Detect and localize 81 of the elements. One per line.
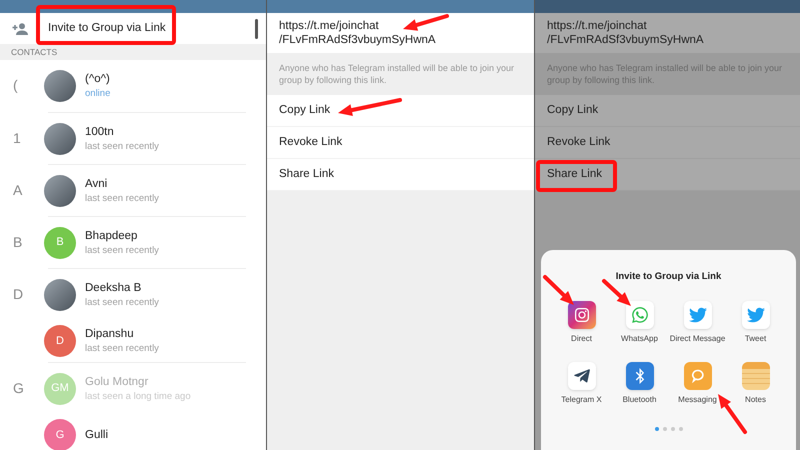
app-label: Notes — [744, 395, 767, 404]
contact-status: last seen recently — [85, 296, 159, 308]
invite-link-text: /FLvFmRAdSf3vbuymSyHwnA — [547, 33, 704, 47]
contact-name: Deeksha B — [85, 280, 142, 296]
app-label: Telegram X — [560, 395, 603, 404]
contact-row[interactable]: B B Bhapdeep last seen recently — [0, 217, 266, 268]
annotation-arrow — [543, 275, 574, 305]
app-label: Direct — [570, 334, 593, 344]
contact-name: Dipanshu — [85, 327, 135, 342]
contact-status: online — [85, 87, 110, 100]
link-action[interactable]: Share Link — [535, 159, 800, 191]
annotation-arrow — [718, 394, 747, 434]
share-sheet-title: Invite to Group via Link — [616, 270, 722, 284]
section-letter: G — [13, 380, 24, 396]
avatar-initials: GM — [44, 372, 76, 404]
avatar-photo-placeholder — [44, 278, 76, 310]
section-letter: ( — [13, 77, 18, 93]
invite-link-text: https://t.me/joinchat — [279, 19, 379, 33]
contact-row[interactable]: A Avni last seen recently — [0, 165, 266, 216]
app-label: Messaging — [677, 395, 718, 404]
app-label: Tweet — [744, 334, 768, 344]
contact-name: Golu Motngr — [85, 374, 150, 390]
bird-icon — [742, 301, 770, 330]
contact-status: last seen recently — [85, 342, 159, 355]
section-letter: A — [13, 182, 22, 198]
share-app[interactable]: Bluetooth — [610, 362, 668, 418]
invite-link-row[interactable]: Invite to Group via Link — [0, 13, 266, 44]
link-action[interactable]: Share Link — [267, 159, 534, 191]
invite-link-label: Invite to Group via Link — [48, 20, 166, 36]
hint-text: Anyone who has Telegram installed will be able to join your group by following this link. — [279, 62, 515, 86]
contact-row[interactable]: D Deeksha B last seen recently — [0, 269, 266, 320]
contact-name: (^o^) — [85, 72, 110, 87]
speech-bubble-icon — [684, 362, 712, 390]
section-letter: B — [13, 234, 22, 250]
contact-row[interactable]: D Dipanshu last seen recently — [0, 320, 266, 362]
share-app[interactable]: Telegram X — [552, 362, 610, 418]
share-app[interactable]: Direct Message — [668, 301, 726, 356]
contact-row[interactable]: ( (^o^) online — [0, 60, 266, 112]
bird-icon — [684, 301, 712, 330]
contact-name: 100tn — [85, 124, 115, 140]
link-action[interactable]: Copy Link — [267, 95, 534, 127]
camera-icon — [568, 301, 596, 330]
contact-status: last seen recently — [85, 244, 159, 256]
share-app[interactable]: WhatsApp — [610, 301, 668, 356]
link-action[interactable]: Revoke Link — [535, 127, 800, 159]
share-app[interactable]: Tweet — [726, 301, 784, 356]
share-app[interactable]: Direct — [552, 301, 610, 356]
contact-name: Bhapdeep — [85, 228, 138, 244]
section-letter: D — [13, 286, 24, 302]
annotation-arrow — [403, 14, 449, 31]
annotation-arrow — [338, 98, 402, 116]
avatar-photo-placeholder — [44, 122, 76, 154]
phone-bubble-icon — [626, 301, 654, 330]
contact-name: Gulli — [85, 428, 108, 442]
link-action[interactable]: Revoke Link — [267, 127, 534, 159]
avatar-photo-placeholder — [44, 174, 76, 206]
app-label: Direct Message — [670, 334, 726, 344]
share-app[interactable]: Messaging — [668, 362, 726, 418]
share-app[interactable]: Notes — [726, 362, 784, 418]
paper-plane-icon — [568, 362, 596, 390]
link-action[interactable]: Copy Link — [535, 95, 800, 127]
section-letter: 1 — [13, 130, 21, 146]
annotation-arrow — [602, 279, 631, 306]
contact-row[interactable]: 1 100tn last seen recently — [0, 113, 266, 164]
contact-row[interactable]: G Gulli — [0, 414, 266, 450]
add-person-icon — [12, 22, 28, 34]
bluetooth-icon — [626, 362, 654, 390]
contact-status: last seen recently — [85, 192, 159, 204]
invite-link-text: /FLvFmRAdSf3vbuymSyHwnA — [279, 33, 436, 47]
section-header: CONTACTS — [11, 46, 58, 58]
contact-status: last seen recently — [85, 140, 159, 152]
invite-link-text: https://t.me/joinchat — [547, 19, 647, 33]
avatar-initials: B — [44, 226, 76, 258]
avatar-photo-placeholder — [44, 70, 76, 102]
app-label: WhatsApp — [620, 334, 659, 344]
avatar-initials: D — [44, 325, 76, 357]
avatar-initials: G — [44, 419, 76, 450]
notepad-icon — [742, 362, 770, 390]
contact-name: Avni — [85, 176, 108, 192]
app-label: Bluetooth — [622, 395, 658, 404]
scrollbar — [255, 19, 258, 39]
